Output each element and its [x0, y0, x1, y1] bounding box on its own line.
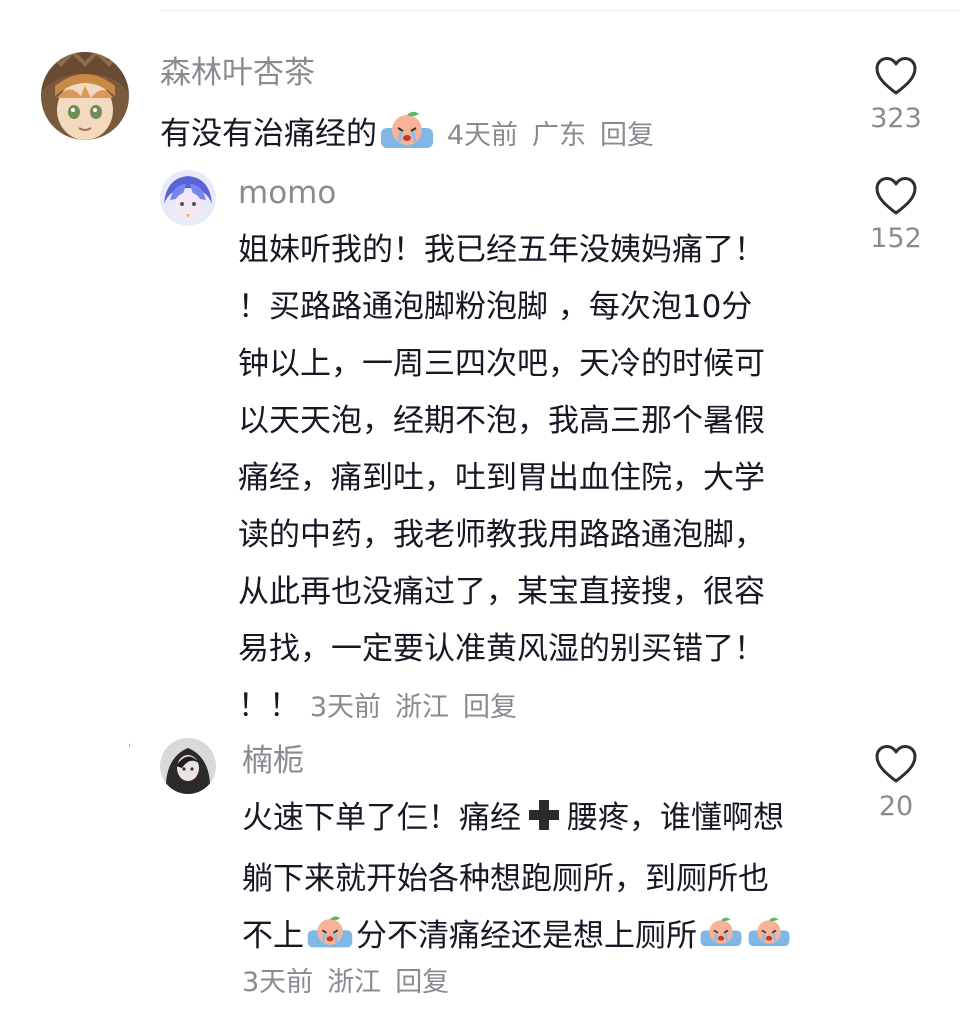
comment-author[interactable]: 森林叶杏茶 [160, 54, 315, 92]
comment-line: 易找，一定要认准黄风湿的别买错了！ [238, 631, 765, 667]
comment-time: 3天前 [309, 692, 382, 723]
comment-line: 读的中药，我老师教我用路路通泡脚， [238, 517, 765, 553]
like-count: 152 [870, 223, 922, 254]
comment-text-segment: 腰疼，谁懂啊想 [567, 800, 784, 836]
like-count: 20 [878, 791, 914, 822]
comment-text: 姐妹听我的！我已经五年没姨妈痛了！ ！买路路通泡脚粉泡脚 ，每次泡10分 钟以上… [238, 222, 765, 736]
comment-text-segment: 火速下单了仨！痛经 [242, 800, 521, 836]
comment-meta: 4天前 广东 回复 [447, 120, 654, 151]
comment-line: 钟以上，一周三四次吧，天冷的时候可 [238, 346, 765, 382]
comment-location: 浙江 [395, 692, 450, 723]
comment-line: 痛经，痛到吐，吐到胃出血住院，大学 [238, 460, 765, 496]
comment-line: ！买路路通泡脚粉泡脚 ，每次泡10分 [238, 289, 753, 325]
like-button[interactable]: 323 [856, 56, 936, 136]
comment-text-segment: 不上 [242, 918, 304, 954]
crying-peach-emoji [747, 912, 791, 971]
comment-text-content: 有没有治痛经的 [160, 116, 377, 152]
avatar[interactable] [160, 738, 216, 794]
comment-line: 不上 分不清痛经还是想上厕所 [242, 908, 793, 971]
comment-time: 4天前 [446, 120, 519, 151]
heart-outline-icon [875, 57, 917, 95]
crying-peach-emoji [306, 912, 354, 971]
text-cursor-mark: ˌ [128, 734, 132, 748]
comment-location: 浙江 [327, 967, 382, 998]
comment-line: 从此再也没痛过了，某宝直接搜，很容 [238, 574, 765, 610]
comment-text-segment: 分不清痛经还是想上厕所 [356, 918, 697, 954]
comment-line: 躺下来就开始各种想跑厕所，到厕所也 [242, 861, 769, 897]
heavy-plus-icon [527, 794, 561, 851]
reply-button[interactable]: 回复 [600, 120, 654, 151]
crying-peach-emoji [699, 912, 743, 971]
comment-author[interactable]: momo [238, 174, 336, 212]
divider [160, 10, 960, 11]
comment-line: 火速下单了仨！痛经 腰疼，谁懂啊想 [242, 790, 793, 851]
reply-button[interactable]: 回复 [395, 967, 449, 998]
like-count: 323 [870, 103, 922, 134]
heart-outline-icon [875, 177, 917, 215]
comment-text: 火速下单了仨！痛经 腰疼，谁懂啊想 躺下来就开始各种想跑厕所，到厕所也 不上 分… [242, 790, 793, 971]
comment-line: 姐妹听我的！我已经五年没姨妈痛了！ [238, 232, 765, 268]
like-button[interactable]: 152 [856, 176, 936, 256]
comment-line: ！！ [238, 688, 300, 724]
comment-time: 3天前 [242, 967, 314, 998]
crying-peach-emoji [379, 110, 435, 160]
comment-text: 有没有治痛经的 4天前 广东 回复 [160, 110, 654, 160]
comment-line: 以天天泡，经期不泡，我高三那个暑假 [238, 403, 765, 439]
like-button[interactable]: 20 [856, 744, 936, 824]
comment-location: 广东 [532, 120, 587, 151]
heart-outline-icon [875, 745, 917, 783]
comment-line-last: ！！ 3天前 浙江 回复 [238, 678, 765, 736]
avatar[interactable] [160, 170, 216, 226]
comment-meta: 3天前 浙江 回复 [310, 692, 517, 723]
avatar[interactable] [41, 52, 129, 140]
reply-button[interactable]: 回复 [463, 692, 517, 723]
comment-meta: 3天前 浙江 回复 [242, 965, 449, 1001]
comment-author[interactable]: 楠栀 [242, 742, 304, 780]
